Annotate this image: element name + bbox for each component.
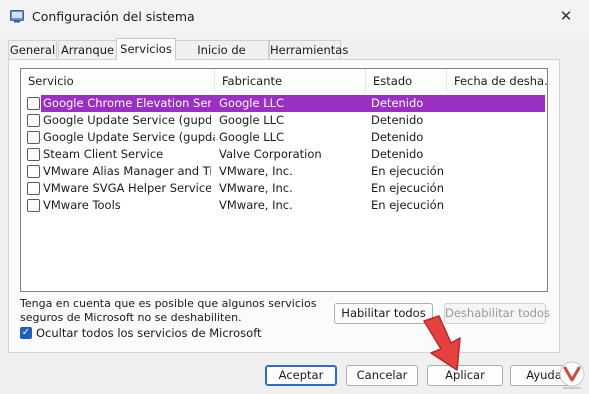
service-maker: VMware, Inc. [219, 181, 293, 195]
service-checkbox[interactable] [27, 131, 40, 144]
service-checkbox[interactable] [27, 97, 40, 110]
service-maker: Google LLC [219, 130, 285, 144]
service-checkbox[interactable] [27, 199, 40, 212]
service-name: VMware SVGA Helper Service [43, 181, 211, 195]
tab-inicio-windows[interactable]: Inicio de Windows [174, 40, 269, 75]
service-maker: VMware, Inc. [219, 164, 293, 178]
table-row[interactable]: Google Update Service (gupdate) Google L… [21, 112, 547, 129]
service-maker: Google LLC [219, 96, 285, 110]
service-maker: VMware, Inc. [219, 198, 293, 212]
table-row[interactable]: Steam Client Service Valve Corporation D… [21, 146, 547, 163]
watermark-logo-icon [559, 361, 585, 389]
service-status: En ejecución [371, 198, 445, 212]
hide-microsoft-services-checkbox[interactable]: ✓ [20, 327, 32, 339]
column-header-fecha[interactable]: Fecha de desha... [447, 69, 547, 93]
table-row[interactable]: VMware Tools VMware, Inc. En ejecución [21, 197, 547, 214]
service-maker: Google LLC [219, 113, 285, 127]
service-checkbox[interactable] [27, 165, 40, 178]
service-checkbox[interactable] [27, 148, 40, 161]
service-name: Steam Client Service [43, 147, 164, 161]
service-maker: Valve Corporation [219, 147, 322, 161]
accept-button[interactable]: Aceptar [265, 365, 337, 386]
service-name: Google Update Service (gupdate) [43, 113, 211, 127]
window-title: Configuración del sistema [32, 9, 195, 24]
service-name: VMware Tools [43, 198, 121, 212]
table-row[interactable]: Google Update Service (gupdatem) Google … [21, 129, 547, 146]
service-status: Detenido [371, 147, 424, 161]
column-header-servicio[interactable]: Servicio [21, 69, 215, 93]
service-status: En ejecución [371, 164, 445, 178]
service-checkbox[interactable] [27, 114, 40, 127]
table-row[interactable]: VMware SVGA Helper Service VMware, Inc. … [21, 180, 547, 197]
service-status: En ejecución [371, 181, 445, 195]
service-checkbox[interactable] [27, 182, 40, 195]
list-header: Servicio Fabricante Estado Fecha de desh… [21, 69, 547, 93]
tab-servicios[interactable]: Servicios [116, 38, 176, 60]
system-config-icon [10, 10, 24, 23]
tab-herramientas[interactable]: Herramientas [269, 40, 348, 59]
table-row[interactable]: VMware Alias Manager and Ticke... VMware… [21, 163, 547, 180]
column-header-estado[interactable]: Estado [366, 69, 447, 93]
service-status: Detenido [371, 113, 424, 127]
table-row[interactable]: Google Chrome Elevation Servic... Google… [21, 95, 547, 112]
note-line-2: seguros de Microsoft no se deshabiliten. [20, 311, 242, 324]
service-name: VMware Alias Manager and Ticke... [43, 164, 211, 178]
services-list[interactable]: Servicio Fabricante Estado Fecha de desh… [20, 68, 548, 292]
microsoft-services-note: Tenga en cuenta que es posible que algun… [20, 297, 320, 325]
hide-microsoft-services-label[interactable]: Ocultar todos los servicios de Microsoft [36, 326, 262, 340]
service-name: Google Update Service (gupdatem) [43, 130, 215, 144]
service-status: Detenido [371, 130, 424, 144]
service-status: Detenido [371, 96, 424, 110]
cancel-button[interactable]: Cancelar [346, 365, 418, 386]
tab-arranque[interactable]: Arranque [58, 40, 117, 59]
note-line-1: Tenga en cuenta que es posible que algun… [20, 297, 317, 310]
tab-general[interactable]: General [8, 40, 57, 59]
title-bar: Configuración del sistema ✕ [0, 0, 589, 34]
red-arrow-icon [423, 315, 461, 371]
column-header-fabricante[interactable]: Fabricante [215, 69, 366, 93]
close-button[interactable]: ✕ [543, 0, 589, 32]
service-name: Google Chrome Elevation Servic... [43, 96, 211, 110]
